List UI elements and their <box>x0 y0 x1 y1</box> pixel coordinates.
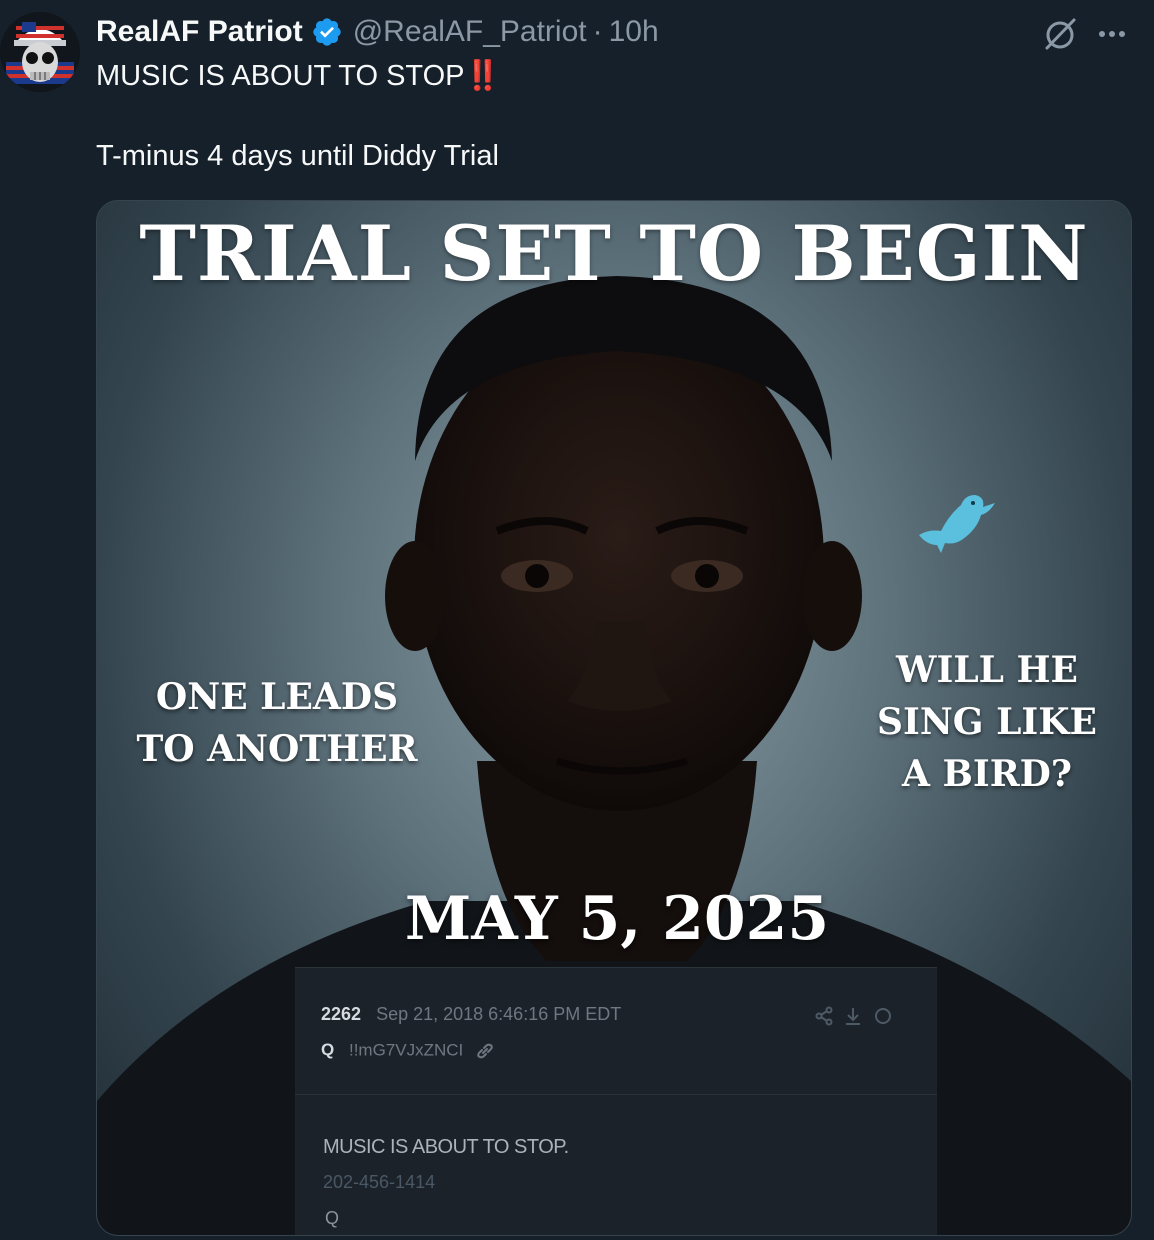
q-post-actions <box>815 1006 891 1026</box>
skull-flag-avatar-icon <box>0 12 80 92</box>
trial-date: MAY 5, 2025 <box>404 884 830 954</box>
embedded-q-post: 2262 Sep 21, 2018 6:46:16 PM EDT Q !!mG7… <box>295 967 937 1235</box>
caption-right-line-1: WILL HE <box>896 649 1078 691</box>
avatar[interactable] <box>0 12 80 92</box>
q-post-divider <box>295 1094 937 1095</box>
share-icon <box>815 1006 833 1026</box>
tweet-media-image[interactable]: TRIAL SET TO BEGIN ONE LEADS TO ANOTHER … <box>96 200 1132 1236</box>
tweet-text-line-1: MUSIC IS ABOUT TO STOP‼️ <box>96 60 501 92</box>
caption-left: ONE LEADS TO ANOTHER <box>117 671 437 775</box>
separator-dot: · <box>592 15 603 48</box>
caption-right-line-3: A BIRD? <box>902 753 1072 795</box>
download-icon <box>846 1008 860 1025</box>
display-name[interactable]: RealAF Patriot <box>96 15 303 49</box>
q-post-datetime: Sep 21, 2018 6:46:16 PM EDT <box>376 1004 622 1024</box>
caption-left-line-1: ONE LEADS <box>155 676 399 718</box>
q-post-body-line-1: MUSIC IS ABOUT TO STOP. <box>323 1136 569 1158</box>
q-post-author-name: Q <box>321 1040 335 1060</box>
link-icon <box>477 1043 493 1059</box>
grok-icon[interactable] <box>1040 14 1080 54</box>
q-post-author: Q !!mG7VJxZNCI <box>321 1040 496 1062</box>
tweet-text: MUSIC IS ABOUT TO STOP‼️ T-minus 4 days … <box>96 56 1136 176</box>
image-headline: TRIAL SET TO BEGIN <box>139 209 1089 298</box>
tweet-text-line-2: T-minus 4 days until Diddy Trial <box>96 140 499 172</box>
q-post-meta: 2262 Sep 21, 2018 6:46:16 PM EDT <box>321 1004 621 1025</box>
bird-icon <box>919 495 995 553</box>
q-post-phone: 202-456-1414 <box>323 1172 436 1192</box>
q-post-tripcode: !!mG7VJxZNCI <box>348 1040 464 1060</box>
q-post-signature: Q <box>325 1208 340 1228</box>
timestamp[interactable]: 10h <box>609 15 659 49</box>
caption-right: WILL HE SING LIKE A BIRD? <box>867 644 1107 800</box>
more-icon[interactable] <box>1092 14 1132 54</box>
verified-badge-icon[interactable] <box>311 16 343 48</box>
tweet-header: RealAF Patriot @RealAF_Patriot · 10h <box>96 12 1154 52</box>
circle-icon <box>875 1008 891 1024</box>
q-post-number: 2262 <box>321 1004 362 1024</box>
caption-right-line-2: SING LIKE <box>877 701 1097 743</box>
caption-left-line-2: TO ANOTHER <box>136 728 418 770</box>
handle[interactable]: @RealAF_Patriot <box>353 15 587 49</box>
